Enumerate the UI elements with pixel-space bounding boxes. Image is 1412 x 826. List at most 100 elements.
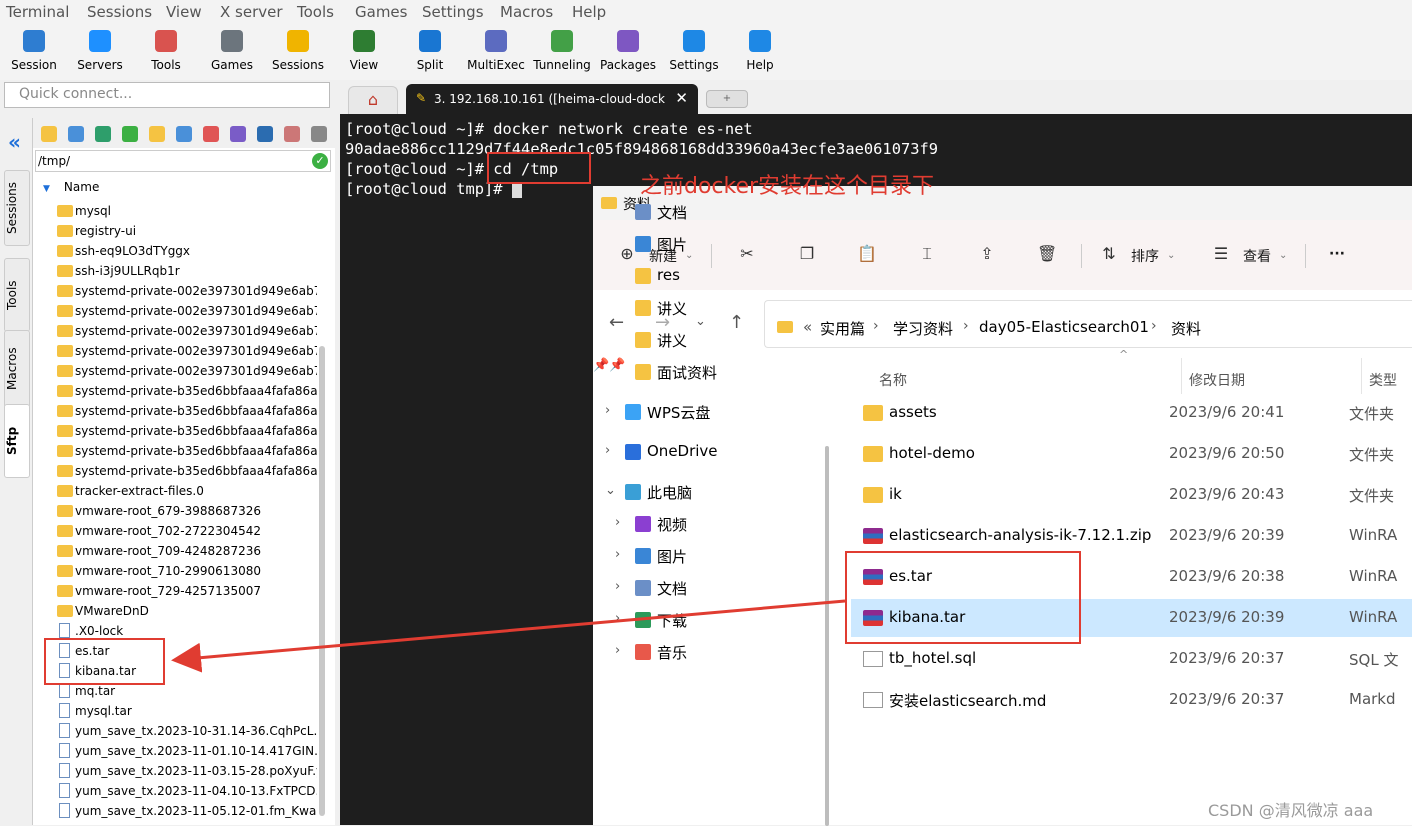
- list-item[interactable]: yum_save_tx.2023-11-01.10-14.417GIN.y: [55, 741, 317, 761]
- upload-icon[interactable]: [95, 126, 111, 142]
- toolbar-split-button[interactable]: Split: [398, 26, 462, 78]
- sort-button[interactable]: 排序: [1131, 246, 1159, 266]
- expand-chevron-icon[interactable]: ›: [615, 515, 620, 530]
- breadcrumb-item[interactable]: day05-Elasticsearch01: [979, 318, 1149, 336]
- list-item[interactable]: systemd-private-002e397301d949e6ab75: [55, 321, 317, 341]
- list-item[interactable]: VMwareDnD: [55, 601, 317, 621]
- toolbar-settings-button[interactable]: Settings: [662, 26, 726, 78]
- expand-chevron-icon[interactable]: ›: [615, 611, 620, 626]
- nav-item-onedrive[interactable]: OneDrive: [625, 442, 718, 460]
- toolbar-session-button[interactable]: Session: [2, 26, 66, 78]
- side-tab-tools[interactable]: Tools: [4, 258, 30, 332]
- nav-item-document[interactable]: 文档: [635, 202, 687, 223]
- nav-item-pictures[interactable]: 图片: [635, 546, 687, 567]
- nav-item-document[interactable]: 文档: [635, 578, 687, 599]
- tab-session[interactable]: ✎ 3. 192.168.10.161 ([heima-cloud-dock ✕: [406, 84, 698, 114]
- file-row[interactable]: tb_hotel.sql 2023/9/6 20:37 SQL 文: [851, 640, 1412, 678]
- list-item[interactable]: vmware-root_679-3988687326: [55, 501, 317, 521]
- nav-item-folder[interactable]: 讲义: [635, 330, 687, 351]
- list-item[interactable]: ssh-i3j9ULLRqb1r: [55, 261, 317, 281]
- toolbar-sessions-button[interactable]: Sessions: [266, 26, 330, 78]
- menu-view[interactable]: View: [166, 3, 202, 21]
- collapse-icon[interactable]: «: [8, 130, 21, 154]
- list-item[interactable]: vmware-root_709-4248287236: [55, 541, 317, 561]
- breadcrumb-item[interactable]: 资料: [1171, 318, 1201, 339]
- sftp-scrollbar[interactable]: [319, 346, 325, 816]
- address-bar[interactable]: « 实用篇 › 学习资料 › day05-Elasticsearch01 › 资…: [764, 300, 1412, 348]
- menu-terminal[interactable]: Terminal: [6, 3, 69, 21]
- list-item[interactable]: vmware-root_729-4257135007: [55, 581, 317, 601]
- column-type[interactable]: 类型: [1369, 370, 1397, 390]
- view-button[interactable]: 查看: [1243, 246, 1271, 266]
- delete-icon[interactable]: [203, 126, 219, 142]
- list-item[interactable]: yum_save_tx.2023-11-03.15-28.poXyuF.y: [55, 761, 317, 781]
- refresh-icon[interactable]: [122, 126, 138, 142]
- sftp-column-header[interactable]: ▼ Name: [43, 180, 99, 194]
- download-icon[interactable]: [68, 126, 84, 142]
- list-item[interactable]: systemd-private-b35ed6bbfaaa4fafa86a3: [55, 441, 317, 461]
- new-file-icon[interactable]: [176, 126, 192, 142]
- paste-icon[interactable]: 📋: [857, 244, 877, 264]
- new-folder-icon[interactable]: [149, 126, 165, 142]
- list-item[interactable]: systemd-private-b35ed6bbfaaa4fafa86a3: [55, 461, 317, 481]
- list-item[interactable]: mysql.tar: [55, 701, 317, 721]
- nav-item-folder[interactable]: 讲义: [635, 298, 687, 319]
- toolbar-tunneling-button[interactable]: Tunneling: [530, 26, 594, 78]
- expand-chevron-icon[interactable]: ⌄: [605, 483, 616, 498]
- toolbar-view-button[interactable]: View: [332, 26, 396, 78]
- text-icon[interactable]: [230, 126, 246, 142]
- expand-chevron-icon[interactable]: ›: [605, 403, 610, 418]
- nav-item-folder[interactable]: res: [635, 266, 680, 284]
- list-item[interactable]: systemd-private-002e397301d949e6ab75: [55, 361, 317, 381]
- file-row[interactable]: hotel-demo 2023/9/6 20:50 文件夹: [851, 435, 1412, 473]
- list-item[interactable]: systemd-private-b35ed6bbfaaa4fafa86a3: [55, 401, 317, 421]
- nav-item-download[interactable]: 下载: [635, 610, 687, 631]
- file-row[interactable]: ik 2023/9/6 20:43 文件夹: [851, 476, 1412, 514]
- nav-item-music[interactable]: 音乐: [635, 642, 687, 663]
- menu-tools[interactable]: Tools: [297, 3, 334, 21]
- toolbar-tools-button[interactable]: Tools: [134, 26, 198, 78]
- delete-icon[interactable]: 🗑: [1037, 244, 1057, 264]
- list-item[interactable]: yum_save_tx.2023-10-31.14-36.CqhPcL.y: [55, 721, 317, 741]
- list-item[interactable]: yum_save_tx.2023-11-04.10-13.FxTPCD.y: [55, 781, 317, 801]
- folder-up-icon[interactable]: [41, 126, 57, 142]
- nav-item-cloud[interactable]: WPS云盘: [625, 402, 710, 423]
- toolbar-multiexec-button[interactable]: MultiExec: [464, 26, 528, 78]
- share-icon[interactable]: ⇪: [977, 244, 997, 264]
- list-item[interactable]: vmware-root_702-2722304542: [55, 521, 317, 541]
- menu-settings[interactable]: Settings: [422, 3, 484, 21]
- toolbar-help-button[interactable]: Help: [728, 26, 792, 78]
- file-row[interactable]: assets 2023/9/6 20:41 文件夹: [851, 394, 1412, 432]
- file-row[interactable]: elasticsearch-analysis-ik-7.12.1.zip 2023…: [851, 517, 1412, 555]
- more-button[interactable]: ···: [1329, 246, 1345, 262]
- list-item[interactable]: systemd-private-b35ed6bbfaaa4fafa86a3: [55, 381, 317, 401]
- sftp-path-field[interactable]: /tmp/ ✓: [35, 150, 331, 172]
- new-tab-button[interactable]: +: [706, 90, 748, 108]
- expand-chevron-icon[interactable]: ›: [615, 643, 620, 658]
- nav-pane-scrollbar[interactable]: [825, 446, 829, 826]
- breadcrumb-item[interactable]: 学习资料: [893, 318, 953, 339]
- toolbar-servers-button[interactable]: Servers: [68, 26, 132, 78]
- cut-icon[interactable]: ✂: [737, 244, 757, 264]
- copy-icon[interactable]: ❐: [797, 244, 817, 264]
- nav-item-computer[interactable]: 此电脑: [625, 482, 692, 503]
- menu-games[interactable]: Games: [355, 3, 407, 21]
- list-item[interactable]: ssh-eq9LO3dTYggx: [55, 241, 317, 261]
- list-item[interactable]: yum_save_tx.2023-11-05.12-01.fm_Kwa.: [55, 801, 317, 821]
- up-icon[interactable]: ↑: [729, 312, 744, 333]
- nav-item-folder[interactable]: 面试资料: [635, 362, 717, 383]
- list-item[interactable]: vmware-root_710-2990613080: [55, 561, 317, 581]
- expand-chevron-icon[interactable]: ›: [615, 579, 620, 594]
- list-item[interactable]: registry-ui: [55, 221, 317, 241]
- breadcrumb-overflow[interactable]: «: [803, 318, 812, 336]
- list-item[interactable]: systemd-private-002e397301d949e6ab75: [55, 341, 317, 361]
- list-item[interactable]: tracker-extract-files.0: [55, 481, 317, 501]
- list-item[interactable]: mysql: [55, 201, 317, 221]
- nav-item-pictures[interactable]: 图片: [635, 234, 687, 255]
- expand-chevron-icon[interactable]: ›: [615, 547, 620, 562]
- list-item[interactable]: systemd-private-002e397301d949e6ab75: [55, 301, 317, 321]
- side-tab-macros[interactable]: Macros: [4, 330, 30, 408]
- column-date[interactable]: 修改日期: [1189, 370, 1245, 390]
- path-ok-icon[interactable]: ✓: [312, 153, 328, 169]
- back-icon[interactable]: ←: [609, 312, 624, 333]
